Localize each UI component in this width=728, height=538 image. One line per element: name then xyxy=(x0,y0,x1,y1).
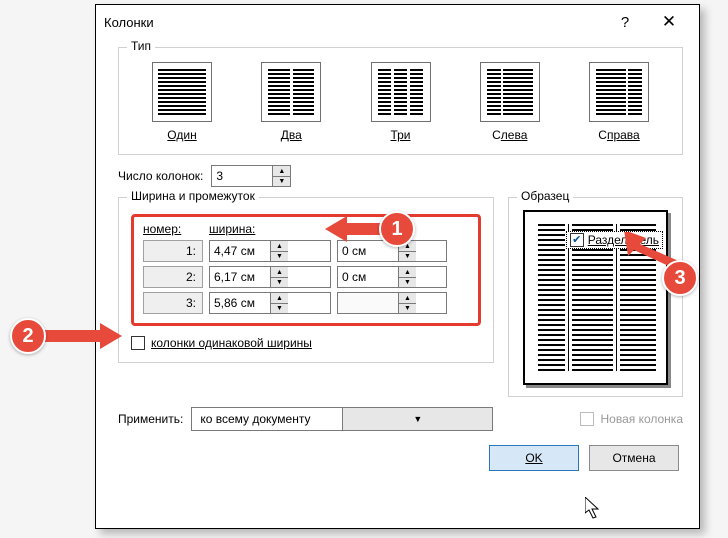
highlight-box-2: номер: ширина: промежуток: 1: ▲▼ ▲▼ 2: ▲… xyxy=(131,214,481,326)
preset-one[interactable]: Один xyxy=(137,62,227,142)
group-sample: Образец xyxy=(508,197,683,397)
table-row: 2: ▲▼ ▲▼ xyxy=(143,266,469,288)
row3-gap[interactable]: ▲▼ xyxy=(337,292,447,314)
num-cols-down[interactable]: ▼ xyxy=(273,176,290,186)
num-cols-input[interactable] xyxy=(212,166,272,186)
help-button[interactable]: ? xyxy=(603,5,647,39)
row2-gap[interactable]: ▲▼ xyxy=(337,266,447,288)
new-column-checkbox: Новая колонка xyxy=(580,412,683,426)
preset-three[interactable]: Три xyxy=(356,62,446,142)
row2-width[interactable]: ▲▼ xyxy=(209,266,331,288)
group-type: Тип Один Два Три Слева xyxy=(118,47,683,155)
preset-left[interactable]: Слева xyxy=(465,62,555,142)
window-title: Колонки xyxy=(104,15,154,30)
close-button[interactable]: ✕ xyxy=(647,5,691,39)
columns-dialog: Колонки ? ✕ Тип Один Два Три xyxy=(95,4,700,529)
group-width-gap-legend: Ширина и промежуток xyxy=(127,189,259,203)
apply-select[interactable]: ко всему документу ▼ xyxy=(191,407,493,431)
group-width-gap: Ширина и промежуток номер: ширина: проме… xyxy=(118,197,494,363)
num-cols-spinner[interactable]: ▲ ▼ xyxy=(211,165,291,187)
preset-two[interactable]: Два xyxy=(246,62,336,142)
row3-width[interactable]: ▲▼ xyxy=(209,292,331,314)
equal-width-checkbox[interactable]: колонки одинаковой ширины xyxy=(131,336,481,350)
callout-3: 3 xyxy=(618,232,698,296)
row2-num: 2: xyxy=(143,266,203,288)
col-head-num: номер: xyxy=(143,222,203,236)
group-type-legend: Тип xyxy=(127,39,155,53)
checkbox-icon xyxy=(131,336,145,350)
row1-num: 1: xyxy=(143,240,203,262)
callout-1: 1 xyxy=(325,211,415,247)
checkbox-icon: ✔ xyxy=(570,233,584,247)
num-cols-up[interactable]: ▲ xyxy=(273,166,290,176)
row3-num: 3: xyxy=(143,292,203,314)
table-row: 3: ▲▼ ▲▼ xyxy=(143,292,469,314)
sample-legend: Образец xyxy=(517,189,573,203)
cancel-button[interactable]: Отмена xyxy=(589,445,679,471)
checkbox-icon xyxy=(580,412,594,426)
preset-right[interactable]: Справа xyxy=(574,62,664,142)
ok-button[interactable]: OK xyxy=(489,445,579,471)
col-head-width: ширина: xyxy=(209,222,331,236)
chevron-down-icon: ▼ xyxy=(342,408,492,430)
titlebar: Колонки ? ✕ xyxy=(96,5,699,39)
table-row: 1: ▲▼ ▲▼ xyxy=(143,240,469,262)
callout-2: 2 xyxy=(10,318,122,354)
num-cols-label: Число колонок: xyxy=(118,169,203,183)
apply-label: Применить: xyxy=(118,412,183,426)
row1-width[interactable]: ▲▼ xyxy=(209,240,331,262)
